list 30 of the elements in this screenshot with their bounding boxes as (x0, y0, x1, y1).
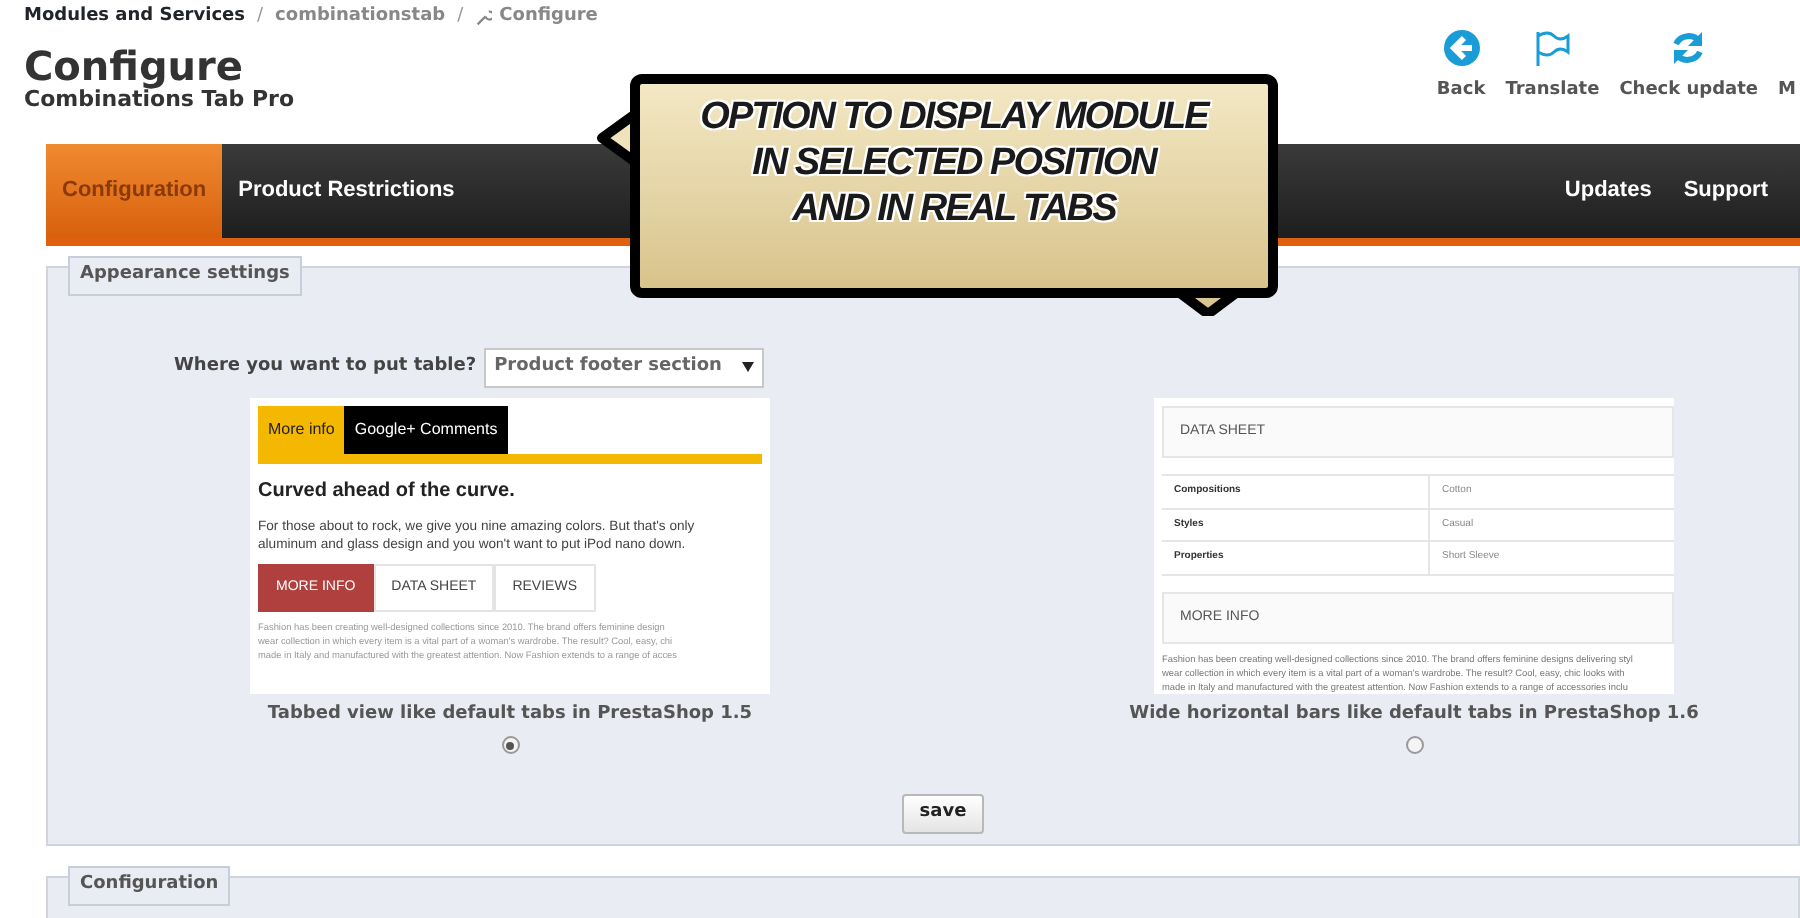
caret-icon (741, 362, 754, 373)
panel-legend: Appearance settings (68, 256, 302, 295)
nav-tab[interactable]: Product Restrictions (222, 144, 471, 238)
breadcrumb-link[interactable]: Modules and Services (24, 4, 245, 31)
toolbar-button[interactable]: M (1778, 28, 1796, 105)
breadcrumb-separator: / (457, 4, 464, 30)
wrench-icon (475, 9, 492, 26)
toolbar-button[interactable]: Back (1436, 28, 1486, 105)
option-caption: Wide horizontal bars like default tabs in PrestaShop 1.6 (1129, 701, 1699, 727)
refresh-icon (1668, 28, 1709, 68)
page-title: Configure (24, 43, 243, 87)
preview-heading: Curved ahead of the curve. (258, 477, 517, 505)
breadcrumb-separator: / (257, 4, 264, 30)
toolbar-button[interactable]: Check update (1619, 28, 1759, 105)
toolbar-button[interactable]: Translate (1505, 28, 1600, 105)
flag-icon (1532, 28, 1573, 68)
callout-text: OPTION TO DISPLAY MODULE IN SELECTED POSITION AND IN REAL TABS (698, 96, 1212, 233)
radio-button[interactable] (501, 736, 519, 754)
breadcrumb-current: Configure (499, 4, 598, 30)
radio-button[interactable] (1405, 736, 1423, 754)
nav-tab[interactable]: Updates (1548, 144, 1668, 238)
page-subtitle: Combinations Tab Pro (24, 87, 295, 112)
panel-legend: Configuration (68, 866, 231, 905)
back-icon (1441, 28, 1482, 68)
position-select[interactable]: Product footer section (484, 348, 764, 387)
field-label: Where you want to put table? (174, 354, 477, 380)
option-caption: Tabbed view like default tabs in PrestaShop 1.5 (267, 701, 753, 727)
save-button[interactable]: save (901, 794, 985, 833)
breadcrumb-link[interactable]: combinationstab (275, 4, 446, 31)
nav-tab[interactable]: Support (1667, 144, 1784, 238)
